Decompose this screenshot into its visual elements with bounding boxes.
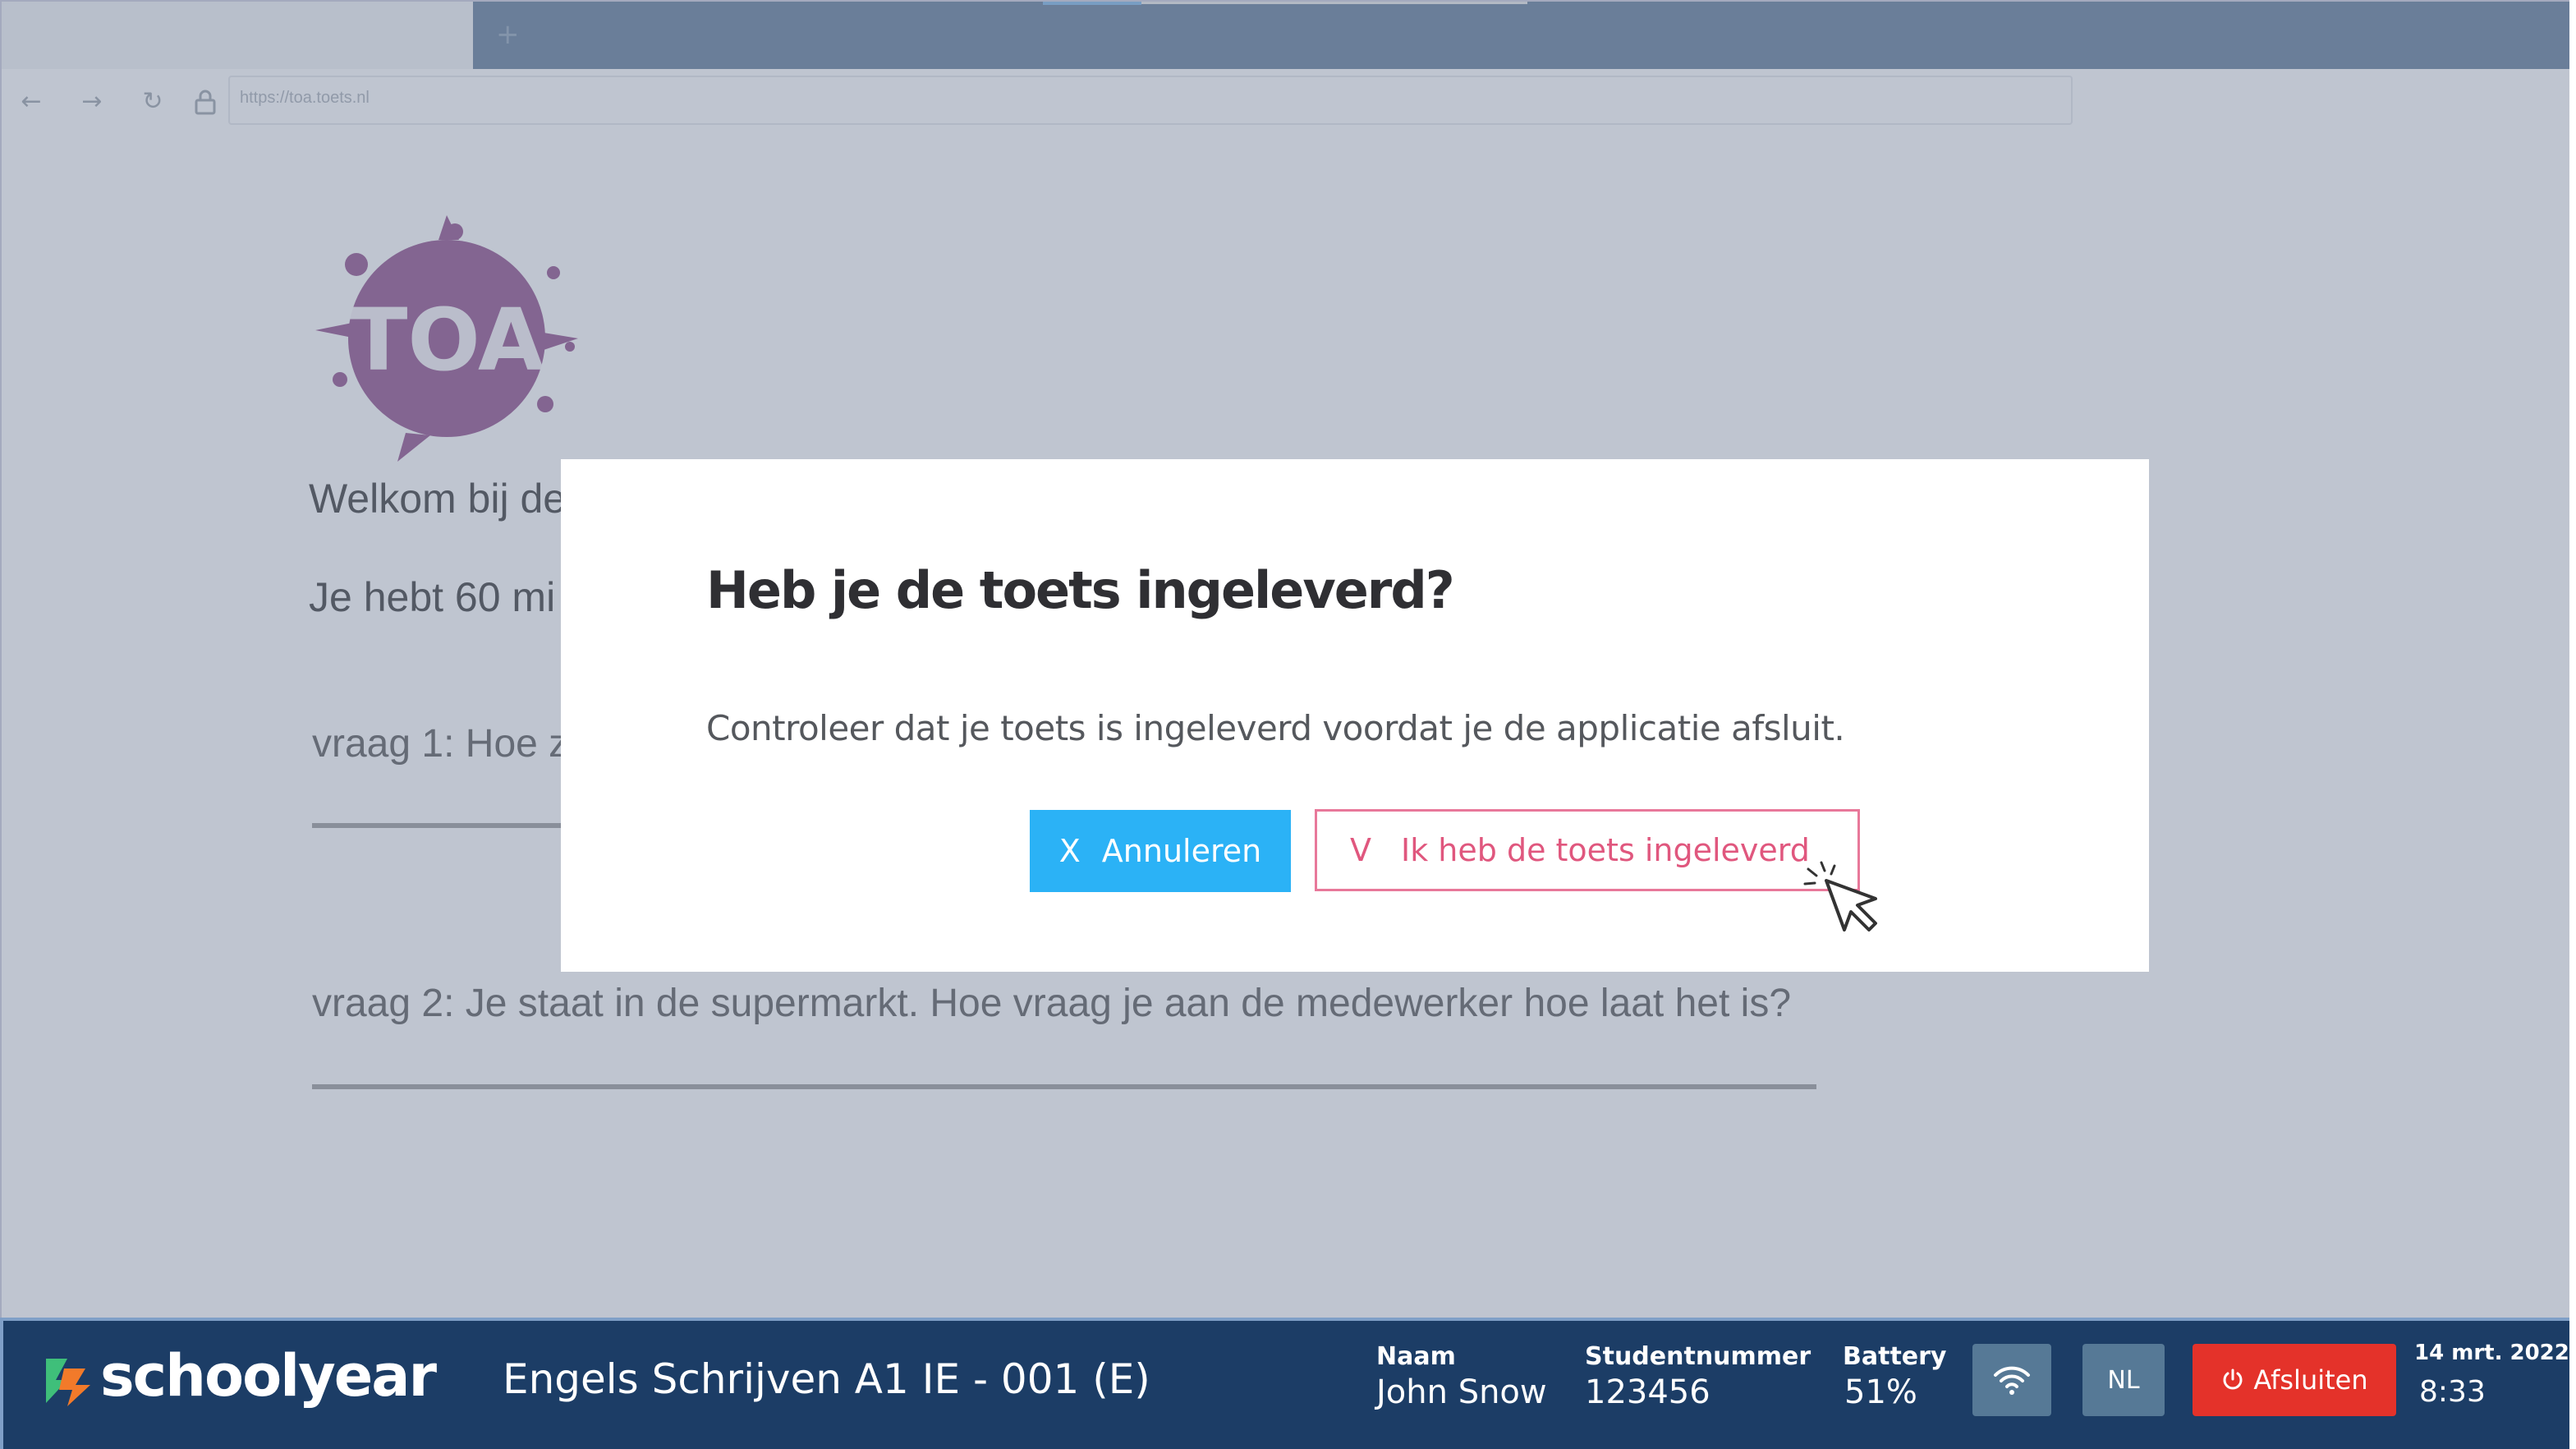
screen-edge [2569,0,2576,1449]
student-number-label: Studentnummer [1585,1342,1811,1371]
wifi-button[interactable] [1972,1344,2051,1416]
date-text: 14 mrt. 2022 [2414,1341,2569,1365]
language-button[interactable]: NL [2082,1344,2165,1416]
schoolyear-brand: schoolyear [100,1342,437,1410]
name-label: Naam [1376,1342,1456,1371]
student-number-value: 123456 [1585,1373,1710,1411]
cancel-button-label: Annuleren [1101,833,1262,869]
time-text-clock: 8:33 [2419,1375,2486,1409]
power-icon [2223,1368,2243,1390]
exam-title: Engels Schrijven A1 IE - 001 (E) [503,1355,1150,1403]
cancel-button[interactable]: X Annuleren [1030,810,1291,892]
schoolyear-logo-icon [46,1359,90,1406]
mouse-cursor-icon [1803,861,1877,932]
wifi-icon [1994,1366,2030,1395]
check-icon: V [1350,832,1371,868]
confirm-submitted-button[interactable]: V Ik heb de toets ingeleverd [1315,809,1860,891]
battery-value: 51% [1844,1373,1917,1411]
battery-label: Battery [1843,1342,1947,1371]
name-value: John Snow [1376,1373,1547,1411]
dialog-message: Controleer dat je toets is ingeleverd vo… [706,708,1845,748]
dialog-title: Heb je de toets ingeleverd? [706,560,1455,620]
close-app-label: Afsluiten [2253,1364,2368,1396]
close-app-button[interactable]: Afsluiten [2193,1344,2396,1416]
close-icon: X [1058,833,1081,869]
confirm-button-label: Ik heb de toets ingeleverd [1401,832,1810,868]
